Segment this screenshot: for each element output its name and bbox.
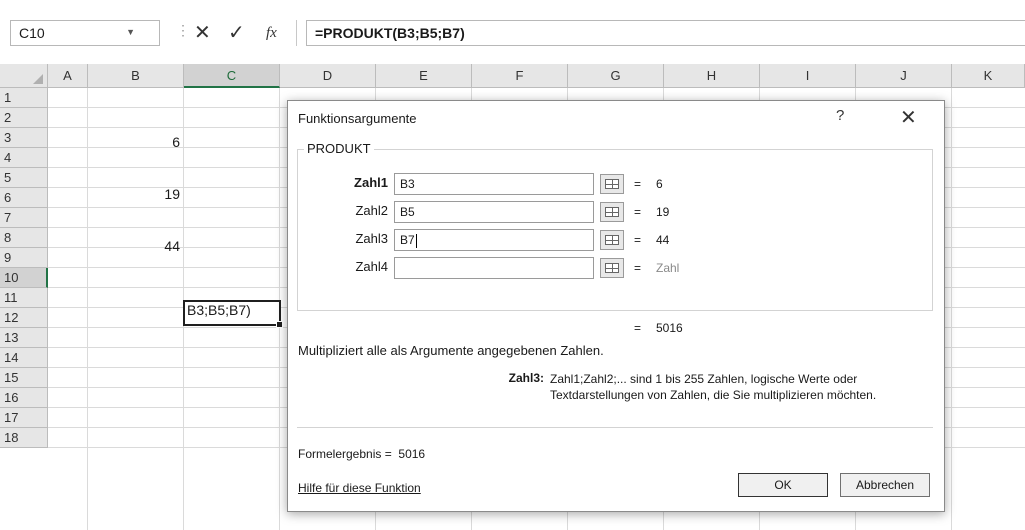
formula-result-value: 5016 bbox=[398, 447, 426, 461]
row-header-4[interactable]: 4 bbox=[0, 148, 48, 168]
arg-input-zahl3[interactable]: B7 bbox=[394, 229, 594, 251]
text-caret bbox=[415, 233, 417, 248]
arg-description-text: Zahl1;Zahl2;... sind 1 bis 255 Zahlen, l… bbox=[550, 372, 877, 402]
row-header-18[interactable]: 18 bbox=[0, 428, 48, 448]
formula-result: Formelergebnis = 5016 bbox=[298, 447, 425, 461]
help-icon[interactable]: ? bbox=[836, 107, 844, 124]
collapse-dialog-button[interactable] bbox=[600, 174, 624, 194]
name-box[interactable]: C10 ▼ bbox=[10, 20, 160, 46]
column-header-d[interactable]: D bbox=[280, 64, 376, 88]
formula-input[interactable]: =PRODUKT(B3;B5;B7) bbox=[306, 20, 1025, 46]
arg-label-zahl4: Zahl4 bbox=[355, 259, 388, 274]
arg-result-zahl3: 44 bbox=[656, 233, 670, 247]
column-header-k[interactable]: K bbox=[952, 64, 1025, 88]
arg-equals: = bbox=[634, 205, 642, 219]
column-header-c[interactable]: C bbox=[184, 64, 280, 88]
function-arguments-dialog: Funktionsargumente ? ✕ PRODUKT Zahl1 B3 … bbox=[287, 100, 945, 512]
arg-label-zahl1: Zahl1 bbox=[354, 175, 388, 190]
cancel-entry-icon[interactable]: ✕ bbox=[194, 20, 211, 46]
row-header-15[interactable]: 15 bbox=[0, 368, 48, 388]
row-header-1[interactable]: 1 bbox=[0, 88, 48, 108]
formula-result-label: Formelergebnis = bbox=[298, 447, 392, 461]
cancel-button[interactable]: Abbrechen bbox=[840, 473, 930, 497]
fill-handle[interactable] bbox=[276, 321, 283, 328]
arg-equals: = bbox=[634, 177, 642, 191]
arg-input-zahl2-text: B5 bbox=[400, 205, 415, 219]
function-name: PRODUKT bbox=[304, 141, 374, 156]
name-box-value: C10 bbox=[19, 25, 45, 41]
ok-button[interactable]: OK bbox=[738, 473, 828, 497]
arg-label-zahl3: Zahl3 bbox=[355, 231, 388, 246]
row-header-17[interactable]: 17 bbox=[0, 408, 48, 428]
active-cell-c10[interactable]: B3;B5;B7) bbox=[183, 300, 283, 328]
arg-equals: = bbox=[634, 261, 642, 275]
row-header-6[interactable]: 6 bbox=[0, 188, 48, 208]
arg-equals: = bbox=[634, 233, 642, 247]
row-header-10[interactable]: 10 bbox=[0, 268, 48, 288]
row-header-11[interactable]: 11 bbox=[0, 288, 48, 308]
select-all-corner[interactable] bbox=[0, 64, 48, 88]
dialog-title: Funktionsargumente bbox=[298, 111, 417, 126]
cell-b7[interactable]: 44 bbox=[88, 236, 184, 256]
help-link[interactable]: Hilfe für diese Funktion bbox=[298, 481, 421, 495]
column-header-e[interactable]: E bbox=[376, 64, 472, 88]
arg-input-zahl4[interactable] bbox=[394, 257, 594, 279]
arg-label-zahl2: Zahl2 bbox=[355, 203, 388, 218]
gridline bbox=[951, 88, 952, 530]
row-header-14[interactable]: 14 bbox=[0, 348, 48, 368]
column-header-j[interactable]: J bbox=[856, 64, 952, 88]
column-header-g[interactable]: G bbox=[568, 64, 664, 88]
close-icon[interactable]: ✕ bbox=[900, 105, 917, 130]
result-equals: = bbox=[634, 321, 642, 335]
row-header-12[interactable]: 12 bbox=[0, 308, 48, 328]
cell-c10-text: B3;B5;B7) bbox=[187, 302, 251, 318]
chevron-down-icon[interactable]: ▼ bbox=[126, 27, 135, 37]
range-select-icon bbox=[605, 263, 619, 273]
arg-result-zahl4: Zahl bbox=[656, 261, 680, 275]
row-header-16[interactable]: 16 bbox=[0, 388, 48, 408]
arg-input-zahl1-text: B3 bbox=[400, 177, 415, 191]
function-description: Multipliziert alle als Argumente angegeb… bbox=[298, 343, 604, 358]
dialog-divider bbox=[297, 427, 933, 428]
row-header-8[interactable]: 8 bbox=[0, 228, 48, 248]
column-header-h[interactable]: H bbox=[664, 64, 760, 88]
collapse-dialog-button[interactable] bbox=[600, 258, 624, 278]
cell-b5[interactable]: 19 bbox=[88, 184, 184, 204]
row-header-7[interactable]: 7 bbox=[0, 208, 48, 228]
arg-input-zahl3-text: B7 bbox=[400, 233, 415, 247]
column-header-f[interactable]: F bbox=[472, 64, 568, 88]
insert-function-icon[interactable]: fx bbox=[266, 20, 277, 46]
formula-bar: C10 ▼ ⋮ ✕ ✓ fx =PRODUKT(B3;B5;B7) bbox=[0, 0, 1025, 64]
more-dots-icon: ⋮ bbox=[176, 22, 190, 38]
formula-bar-divider bbox=[296, 20, 297, 46]
row-header-9[interactable]: 9 bbox=[0, 248, 48, 268]
formula-text: =PRODUKT(B3;B5;B7) bbox=[315, 25, 465, 41]
confirm-entry-icon[interactable]: ✓ bbox=[228, 20, 245, 46]
range-select-icon bbox=[605, 235, 619, 245]
range-select-icon bbox=[605, 207, 619, 217]
row-header-13[interactable]: 13 bbox=[0, 328, 48, 348]
column-header-a[interactable]: A bbox=[48, 64, 88, 88]
row-header-3[interactable]: 3 bbox=[0, 128, 48, 148]
arg-description-label: Zahl3: bbox=[508, 371, 544, 385]
function-result: 5016 bbox=[656, 321, 683, 335]
arg-result-zahl2: 19 bbox=[656, 205, 670, 219]
arg-result-zahl1: 6 bbox=[656, 177, 663, 191]
range-select-icon bbox=[605, 179, 619, 189]
arg-input-zahl2[interactable]: B5 bbox=[394, 201, 594, 223]
arg-input-zahl1[interactable]: B3 bbox=[394, 173, 594, 195]
row-header-2[interactable]: 2 bbox=[0, 108, 48, 128]
column-header-b[interactable]: B bbox=[88, 64, 184, 88]
cell-b3[interactable]: 6 bbox=[88, 132, 184, 152]
row-header-5[interactable]: 5 bbox=[0, 168, 48, 188]
column-header-i[interactable]: I bbox=[760, 64, 856, 88]
collapse-dialog-button[interactable] bbox=[600, 202, 624, 222]
collapse-dialog-button[interactable] bbox=[600, 230, 624, 250]
gridline bbox=[87, 88, 88, 530]
